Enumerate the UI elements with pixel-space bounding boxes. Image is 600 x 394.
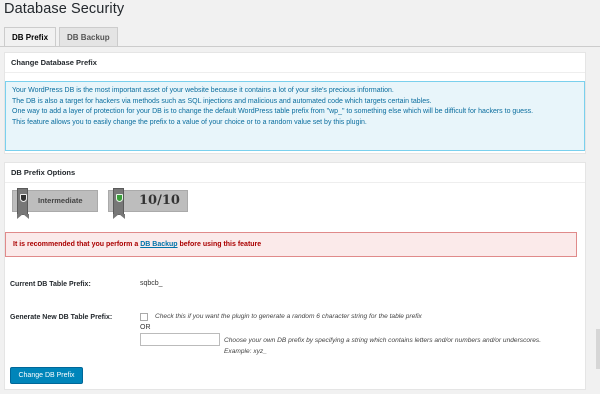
security-score-label: 10/10 xyxy=(139,193,180,208)
tab-divider xyxy=(0,46,600,47)
security-level-label: Intermediate xyxy=(38,196,83,205)
tab-db-prefix[interactable]: DB Prefix xyxy=(4,27,57,47)
page-title: Database Security xyxy=(4,1,125,17)
tab-db-backup[interactable]: DB Backup xyxy=(59,27,118,47)
warning-text: It is recommended that you perform a xyxy=(13,241,141,248)
current-prefix-value: sqbcb_ xyxy=(140,280,163,287)
security-score-badge: 10/10 xyxy=(108,188,188,219)
info-line: This feature allows you to easily change… xyxy=(12,118,367,126)
security-level-badge: Intermediate xyxy=(12,188,98,219)
info-line: Your WordPress DB is the most important … xyxy=(12,87,394,94)
info-line: The DB is also a target for hackers via … xyxy=(12,97,432,105)
change-prefix-button[interactable]: Change DB Prefix xyxy=(10,367,83,384)
random-prefix-checkbox[interactable] xyxy=(140,313,148,321)
current-prefix-label: Current DB Table Prefix: xyxy=(10,281,91,288)
random-prefix-help: Check this if you want the plugin to gen… xyxy=(155,313,422,320)
prefix-options-heading: DB Prefix Options xyxy=(5,163,585,183)
shield-check-icon xyxy=(116,194,123,202)
shield-icon xyxy=(20,194,27,202)
or-separator: OR xyxy=(140,324,151,331)
tab-bar: DB Prefix DB Backup xyxy=(4,27,121,47)
warning-text: before using this feature xyxy=(177,241,262,248)
db-backup-link[interactable]: DB Backup xyxy=(140,241,177,248)
info-panel: Your WordPress DB is the most important … xyxy=(5,81,585,151)
backup-warning: It is recommended that you perform a DB … xyxy=(5,232,577,257)
info-line: One way to add a layer of protection for… xyxy=(12,108,534,115)
custom-prefix-input[interactable] xyxy=(140,333,220,346)
generate-prefix-label: Generate New DB Table Prefix: xyxy=(10,314,113,321)
scrollbar[interactable] xyxy=(596,329,600,369)
change-prefix-heading: Change Database Prefix xyxy=(5,53,585,73)
custom-prefix-help: Choose your own DB prefix by specifying … xyxy=(224,337,542,355)
ribbon xyxy=(17,188,29,219)
ribbon xyxy=(113,188,125,219)
